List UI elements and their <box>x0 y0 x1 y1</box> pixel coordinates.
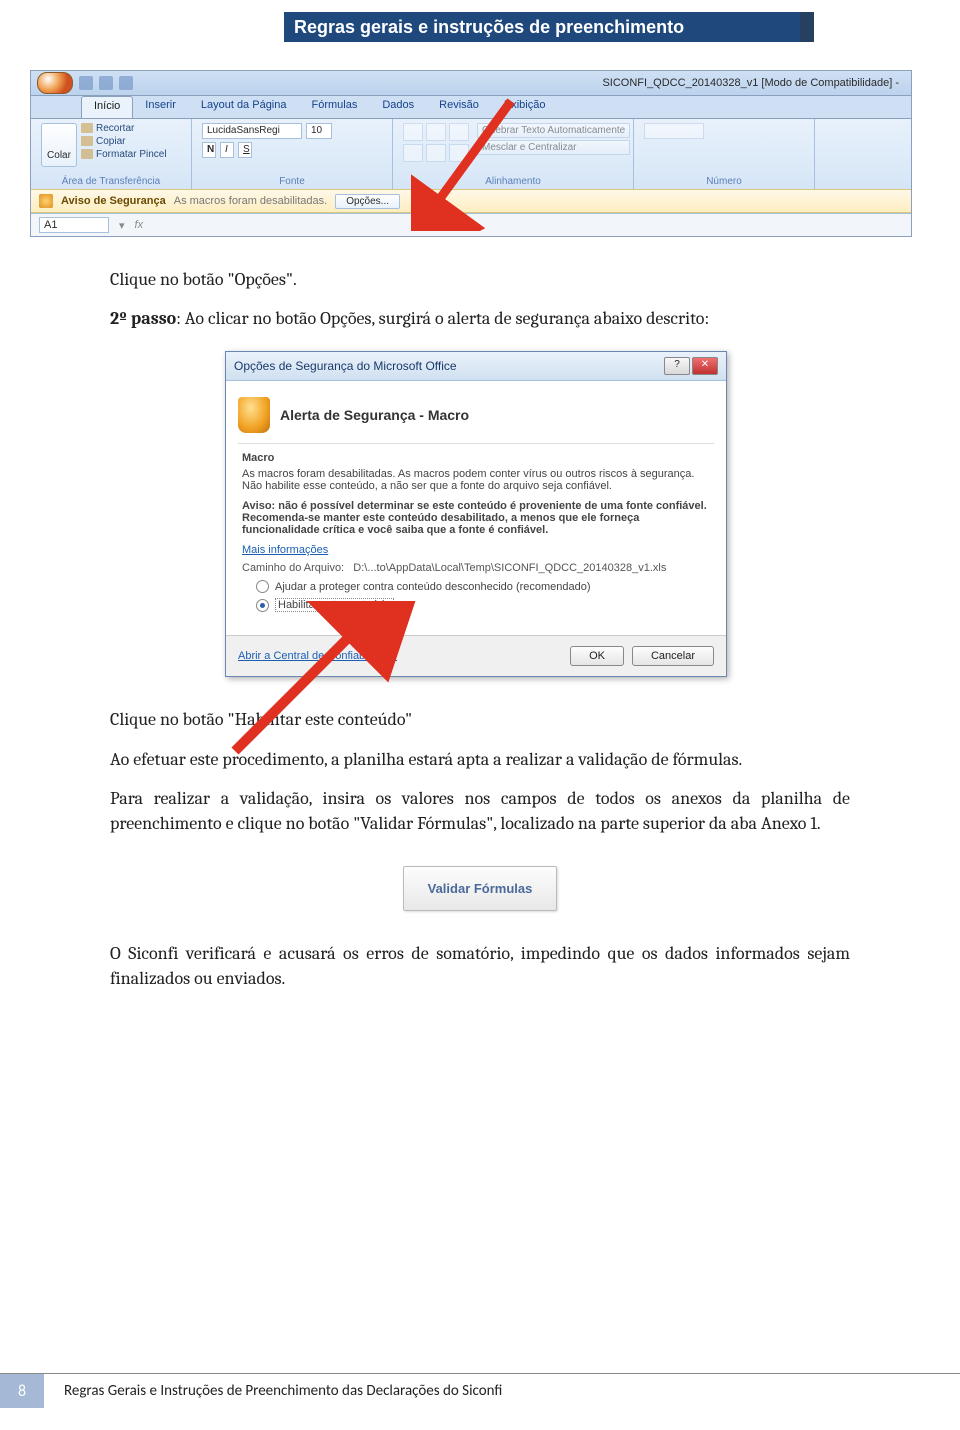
radio-protect-label: Ajudar a proteger contra conteúdo descon… <box>275 581 591 593</box>
font-size-select[interactable]: 10 <box>306 123 332 139</box>
page-number: 8 <box>0 1374 44 1408</box>
radio-icon-selected <box>256 599 269 612</box>
align-bottom-icon[interactable] <box>449 123 469 141</box>
dialog-title-text: Opções de Segurança do Microsoft Office <box>234 359 457 373</box>
ribbon-body: Colar Recortar Copiar Formatar Pincel Ár… <box>31 119 911 189</box>
office-button-icon[interactable] <box>37 72 73 94</box>
clipboard-group-label: Área de Transferência <box>41 174 181 187</box>
paragraph-2: 2º passo: Ao clicar no botão Opções, sur… <box>110 306 850 331</box>
ribbon-tabs: Início Inserir Layout da Página Fórmulas… <box>31 96 911 119</box>
alignment-group-label: Alinhamento <box>403 174 623 187</box>
footer-text: Regras Gerais e Instruções de Preenchime… <box>44 1382 502 1400</box>
shield-icon <box>39 194 53 208</box>
security-warning-bar: Aviso de Segurança As macros foram desab… <box>31 189 911 213</box>
dialog-titlebar: Opções de Segurança do Microsoft Office … <box>226 352 726 381</box>
align-center-icon[interactable] <box>426 144 446 162</box>
cancel-button[interactable]: Cancelar <box>632 646 714 666</box>
tab-layout[interactable]: Layout da Página <box>189 96 300 118</box>
radio-protect[interactable]: Ajudar a proteger contra conteúdo descon… <box>256 580 710 593</box>
align-left-icon[interactable] <box>403 144 423 162</box>
radio-icon <box>256 580 269 593</box>
file-path-value: D:\...to\AppData\Local\Temp\SICONFI_QDCC… <box>353 562 666 574</box>
align-top-icon[interactable] <box>403 123 423 141</box>
undo-icon[interactable] <box>99 76 113 90</box>
macro-description: As macros foram desabilitadas. As macros… <box>242 468 710 492</box>
validate-formulas-button[interactable]: Validar Fórmulas <box>403 866 558 911</box>
group-clipboard: Colar Recortar Copiar Formatar Pincel Ár… <box>31 119 192 189</box>
page-footer: 8 Regras Gerais e Instruções de Preenchi… <box>0 1373 960 1408</box>
cut-button[interactable]: Recortar <box>81 123 167 134</box>
help-icon[interactable]: ? <box>664 357 690 375</box>
tab-revisao[interactable]: Revisão <box>427 96 492 118</box>
header-banner: Regras gerais e instruções de preenchime… <box>284 12 814 42</box>
redo-icon[interactable] <box>119 76 133 90</box>
align-right-icon[interactable] <box>449 144 469 162</box>
alert-title: Alerta de Segurança - Macro <box>280 407 469 423</box>
number-group-label: Número <box>644 174 804 187</box>
number-format-select[interactable] <box>644 123 704 139</box>
ok-button[interactable]: OK <box>570 646 624 666</box>
paragraph-4: Ao efetuar este procedimento, a planilha… <box>110 747 850 772</box>
tab-inserir[interactable]: Inserir <box>133 96 189 118</box>
group-alignment: Quebrar Texto Automaticamente Mesclar e … <box>393 119 634 189</box>
more-info-link[interactable]: Mais informações <box>242 544 328 556</box>
align-middle-icon[interactable] <box>426 123 446 141</box>
alert-shield-icon <box>238 397 270 433</box>
group-font: LucidaSansRegi 10 N I S Fonte <box>192 119 393 189</box>
tab-exibicao[interactable]: Exibição <box>492 96 559 118</box>
macro-label: Macro <box>242 452 710 464</box>
font-name-select[interactable]: LucidaSansRegi <box>202 123 302 139</box>
security-warning-message: As macros foram desabilitadas. <box>174 195 327 207</box>
radio-enable[interactable]: Habilitar este conteúdo <box>256 598 710 612</box>
italic-button[interactable]: I <box>220 142 234 158</box>
radio-enable-label: Habilitar este conteúdo <box>275 598 394 612</box>
merge-center-button[interactable]: Mesclar e Centralizar <box>477 140 630 155</box>
trust-center-link[interactable]: Abrir a Central de Confiabilidade <box>238 650 397 662</box>
dropdown-icon[interactable]: ▾ <box>119 219 125 232</box>
tab-inicio[interactable]: Início <box>81 96 133 118</box>
wrap-text-button[interactable]: Quebrar Texto Automaticamente <box>477 123 630 138</box>
macro-warning: Aviso: não é possível determinar se este… <box>242 500 710 536</box>
excel-ribbon-screenshot: SICONFI_QDCC_20140328_v1 [Modo de Compat… <box>30 70 912 237</box>
fx-label: fx <box>135 219 144 231</box>
paste-button[interactable]: Colar <box>41 123 77 167</box>
tab-dados[interactable]: Dados <box>370 96 427 118</box>
formula-bar: A1 ▾ fx <box>31 213 911 236</box>
group-number: Número <box>634 119 815 189</box>
tab-formulas[interactable]: Fórmulas <box>300 96 371 118</box>
format-painter-button[interactable]: Formatar Pincel <box>81 149 167 160</box>
bold-button[interactable]: N <box>202 142 216 158</box>
security-warning-title: Aviso de Segurança <box>61 195 166 207</box>
options-button[interactable]: Opções... <box>335 194 400 209</box>
quick-access-toolbar: SICONFI_QDCC_20140328_v1 [Modo de Compat… <box>31 71 911 96</box>
close-icon[interactable]: ✕ <box>692 357 718 375</box>
font-group-label: Fonte <box>202 174 382 187</box>
window-title: SICONFI_QDCC_20140328_v1 [Modo de Compat… <box>602 77 905 89</box>
file-path-label: Caminho do Arquivo: <box>242 562 344 574</box>
save-icon[interactable] <box>79 76 93 90</box>
paragraph-3: Clique no botão "Habilitar este conteúdo… <box>110 707 850 732</box>
paragraph-5: Para realizar a validação, insira os val… <box>110 786 850 836</box>
security-options-dialog: Opções de Segurança do Microsoft Office … <box>225 351 727 677</box>
name-box[interactable]: A1 <box>39 217 109 233</box>
underline-button[interactable]: S <box>238 142 252 158</box>
copy-button[interactable]: Copiar <box>81 136 167 147</box>
paragraph-6: O Siconfi verificará e acusará os erros … <box>110 941 850 991</box>
paragraph-1: Clique no botão "Opções". <box>110 267 850 292</box>
